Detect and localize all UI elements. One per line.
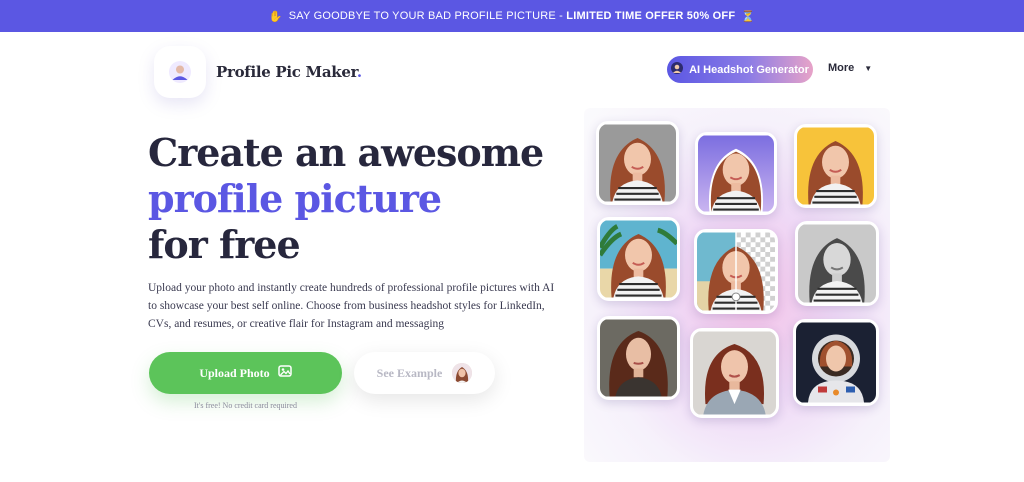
gallery-tile-transparent-compare <box>694 229 778 314</box>
free-note: It's free! No credit card required <box>194 401 297 410</box>
caret-down-icon: ▼ <box>864 63 873 73</box>
logo-avatar-icon <box>154 46 206 98</box>
hero-description: Upload your photo and instantly create h… <box>148 282 555 330</box>
hero-title-line1: Create an awesome <box>148 130 544 175</box>
gallery-tile-gray-bg <box>596 121 679 205</box>
raised-hand-icon: ✋ <box>268 10 283 23</box>
gallery-tile-beach-bg <box>597 217 680 301</box>
ai-headshot-label: AI Headshot Generator <box>689 63 809 76</box>
gallery-tile-astronaut <box>793 319 879 406</box>
logo-text: Profile Pic Maker <box>216 63 357 81</box>
image-icon <box>277 365 292 381</box>
see-example-label: See Example <box>376 365 443 380</box>
more-label: More <box>828 62 855 74</box>
sparkle-avatar-icon <box>671 62 684 77</box>
see-example-button[interactable]: See Example <box>354 352 495 394</box>
upload-photo-button[interactable]: Upload Photo <box>149 352 342 394</box>
hourglass-icon: ⏳ <box>741 10 756 23</box>
banner-offer: LIMITED TIME OFFER 50% OFF <box>566 10 736 22</box>
logo-dot: . <box>356 63 362 81</box>
banner-text: SAY GOODBYE TO YOUR BAD PROFILE PICTURE … <box>288 10 567 22</box>
ai-headshot-generator-button[interactable]: AI Headshot Generator <box>667 56 813 83</box>
gallery-tile-ai-portrait <box>597 316 680 400</box>
gallery-tile-yellow-bg <box>794 124 877 208</box>
more-menu[interactable]: More ▼ <box>828 62 872 74</box>
hero-title: Create an awesome profile picture for fr… <box>148 130 544 268</box>
gallery-tile-black-white <box>795 221 879 306</box>
example-avatar <box>452 363 473 383</box>
gallery-tile-business-headshot <box>690 328 779 418</box>
hero-title-line2: profile picture <box>148 176 442 221</box>
promo-banner[interactable]: ✋ SAY GOODBYE TO YOUR BAD PROFILE PICTUR… <box>0 0 1024 32</box>
gallery-tile-purple-bg <box>695 132 777 215</box>
hero-title-line3: for free <box>148 222 301 267</box>
site-logo[interactable]: Profile Pic Maker. <box>154 46 362 98</box>
upload-photo-label: Upload Photo <box>199 365 270 380</box>
